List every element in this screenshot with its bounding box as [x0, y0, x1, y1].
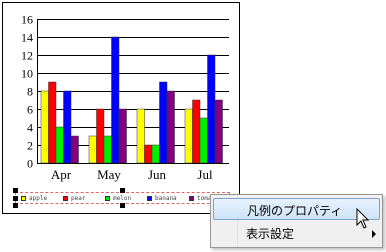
x-tick-label: May [97, 167, 121, 182]
y-tick-label: 16 [21, 13, 33, 27]
bar-banana [63, 90, 72, 164]
bar-apple [88, 135, 97, 164]
legend-swatch-banana [147, 196, 152, 201]
legend-swatch-melon [105, 196, 110, 201]
y-tick-label: 8 [27, 85, 33, 99]
selection-handle-bottom-left[interactable] [13, 203, 18, 208]
legend-label-melon: melon [113, 195, 132, 202]
bar-banana [111, 36, 120, 164]
legend-label-apple: apple [29, 195, 48, 202]
selection-handle-left-mid[interactable] [13, 196, 18, 201]
bar-chart: 0 2 4 6 8 10 12 14 16 Apr May Jun Jul [21, 13, 229, 182]
bar-tomato [70, 135, 79, 164]
chart-panel[interactable]: 0 2 4 6 8 10 12 14 16 Apr May Jun Jul apple pear mel… [2, 2, 240, 214]
menu-item-display-settings-label: 表示設定 [246, 227, 295, 241]
legend-label-banana: banana [155, 195, 177, 202]
x-tick-label: Jun [148, 167, 167, 182]
y-tick-label: 4 [27, 121, 33, 135]
menu-item-legend-properties-label: 凡例のプロパティ [247, 204, 343, 218]
bar-apple [184, 108, 193, 164]
bar-apple [40, 90, 49, 164]
bar-tomato [214, 99, 223, 164]
submenu-arrow-icon [372, 230, 376, 238]
x-tick-label: Jul [197, 167, 213, 182]
y-tick-label: 14 [21, 31, 33, 45]
selection-handle-top-mid[interactable] [120, 188, 125, 193]
bar-melon [103, 135, 112, 164]
y-tick-label: 6 [27, 103, 33, 117]
bar-pear [192, 99, 201, 164]
bar-pear [48, 81, 57, 164]
bar-melon [55, 126, 64, 164]
legend-swatch-pear [63, 196, 68, 201]
selection-handle-bottom-mid[interactable] [120, 203, 125, 208]
mouse-pointer-icon [356, 208, 370, 229]
bar-apple [136, 108, 145, 164]
legend-swatch-apple [21, 196, 26, 201]
menu-item-display-settings[interactable]: 表示設定 [213, 222, 380, 244]
bar-tomato [166, 90, 175, 164]
y-tick-label: 10 [21, 67, 33, 81]
legend-label-pear: pear [71, 195, 86, 202]
bar-pear [96, 108, 105, 164]
bar-tomato [118, 108, 127, 164]
y-tick-label: 0 [27, 157, 33, 171]
x-tick-label: Apr [51, 167, 72, 182]
bar-melon [151, 144, 160, 164]
y-tick-label: 12 [21, 49, 33, 63]
bar-banana [159, 81, 168, 164]
selection-handle-top-left[interactable] [13, 188, 18, 193]
bar-banana [207, 54, 216, 164]
legend-swatch-tomato [189, 196, 194, 201]
bar-pear [144, 144, 153, 164]
bar-melon [199, 117, 208, 164]
y-tick-label: 2 [27, 139, 33, 153]
menu-item-legend-properties[interactable]: 凡例のプロパティ [213, 198, 380, 220]
